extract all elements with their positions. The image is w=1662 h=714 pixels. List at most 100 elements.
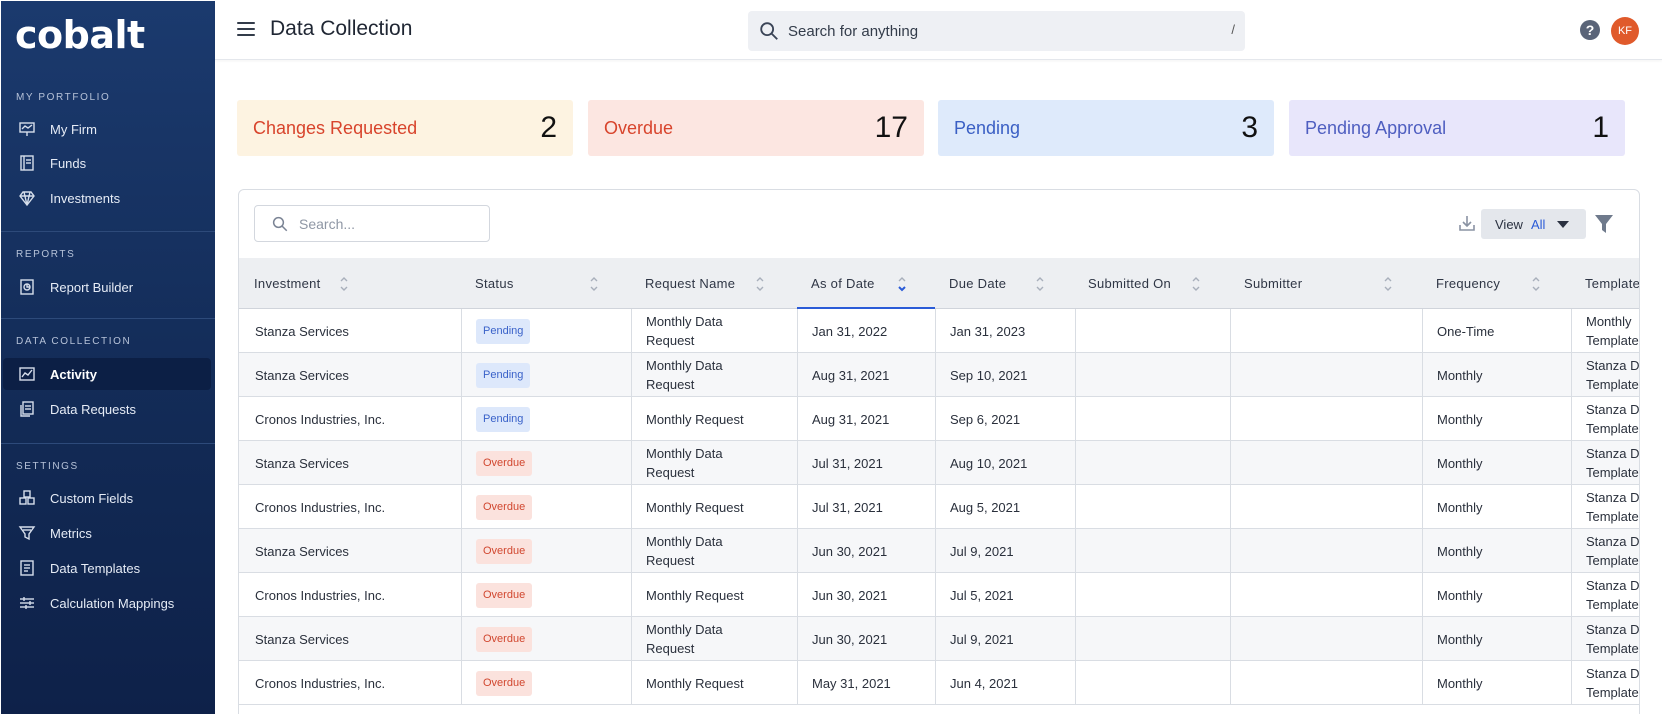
- column-separator: [1571, 617, 1572, 661]
- sidebar-item-activity[interactable]: Activity: [3, 358, 211, 390]
- sort-icon[interactable]: [755, 276, 765, 292]
- template-icon: [17, 559, 37, 577]
- sidebar-item-metrics[interactable]: Metrics: [3, 517, 211, 549]
- investment-cell: Stanza Services: [255, 323, 349, 339]
- column-separator: [1075, 441, 1076, 485]
- due-date-cell: Aug 10, 2021: [950, 455, 1028, 471]
- table-search-input[interactable]: Search...: [254, 205, 490, 242]
- ledger-icon: [17, 154, 37, 172]
- sort-icon[interactable]: [1531, 276, 1541, 292]
- column-separator: [1230, 353, 1231, 397]
- table-row[interactable]: Stanza Services Overdue Monthly Data Reques…: [239, 529, 1639, 573]
- column-separator: [935, 617, 936, 661]
- column-separator: [1075, 529, 1076, 573]
- search-icon: [272, 216, 288, 231]
- user-avatar[interactable]: KF: [1611, 17, 1639, 45]
- column-separator: [1230, 661, 1231, 705]
- table-row[interactable]: Stanza Services Pending Monthly Data Reques…: [239, 353, 1640, 397]
- column-separator: [1075, 661, 1076, 705]
- status-cell: Overdue: [476, 661, 533, 705]
- column-separator: [1075, 397, 1076, 441]
- due-date-cell: Jul 5, 2021: [950, 587, 1014, 603]
- column-separator: [1230, 573, 1231, 617]
- table-row[interactable]: Cronos Industries, Inc. Overdue Monthly Re…: [239, 661, 1640, 705]
- column-header-due-date[interactable]: Due Date: [949, 258, 1006, 309]
- column-header-submitter[interactable]: Submitter: [1244, 258, 1302, 309]
- stat-card-pending-approval[interactable]: Pending Approval 1: [1289, 100, 1625, 156]
- table-row[interactable]: Cronos Industries, Inc. Pending Monthly Re…: [239, 397, 1639, 441]
- investment-cell: Cronos Industries, Inc.: [255, 587, 386, 603]
- sidebar-item-data-templates[interactable]: Data Templates: [3, 552, 211, 584]
- column-separator: [797, 529, 798, 573]
- request-name-cell-line: Monthly Request: [646, 411, 744, 427]
- sort-desc-icon[interactable]: [897, 276, 907, 292]
- sidebar-item-data-requests[interactable]: Data Requests: [3, 393, 211, 425]
- template-cell-line: Stanza D: [1586, 358, 1640, 373]
- sidebar-item-label: Data Templates: [50, 560, 141, 576]
- download-icon[interactable]: [1457, 213, 1477, 233]
- request-name-cell: Monthly Data Request: [646, 353, 723, 397]
- due-date-cell: Jun 4, 2021: [950, 675, 1018, 691]
- sidebar-item-my-firm[interactable]: My Firm: [3, 113, 211, 145]
- column-separator: [461, 397, 462, 441]
- stat-card-count: 3: [1241, 111, 1258, 144]
- table-row[interactable]: Stanza Services Pending Monthly Data Reques…: [239, 309, 1639, 353]
- help-icon[interactable]: ?: [1580, 20, 1600, 40]
- column-header-submitted-on[interactable]: Submitted On: [1088, 258, 1171, 309]
- sidebar-item-calculation-mappings[interactable]: Calculation Mappings: [3, 587, 211, 619]
- stat-card-overdue[interactable]: Overdue 17: [588, 100, 924, 156]
- hamburger-menu-icon[interactable]: [237, 22, 255, 36]
- sidebar-item-investments[interactable]: Investments: [3, 182, 211, 214]
- due-date-cell: Sep 6, 2021: [950, 411, 1021, 427]
- filter-icon[interactable]: [1594, 213, 1614, 235]
- sort-icon[interactable]: [1035, 276, 1045, 292]
- diamond-icon: [17, 189, 37, 207]
- sidebar-item-label: Investments: [50, 190, 121, 206]
- investment-cell: Cronos Industries, Inc.: [255, 411, 386, 427]
- sidebar-section-title: SETTINGS: [16, 461, 79, 472]
- as-of-date-cell: Jan 31, 2022: [812, 323, 888, 339]
- sort-icon[interactable]: [1383, 276, 1393, 292]
- column-header-as-of-date[interactable]: As of Date: [811, 258, 875, 309]
- sort-icon[interactable]: [1191, 276, 1201, 292]
- column-header-frequency[interactable]: Frequency: [1436, 258, 1500, 309]
- as-of-date-cell: Aug 31, 2021: [812, 411, 890, 427]
- as-of-date-cell: Jul 31, 2021: [812, 499, 883, 515]
- column-header-template[interactable]: Template: [1585, 258, 1639, 309]
- column-header-status[interactable]: Status: [475, 258, 514, 309]
- column-header-investment[interactable]: Investment: [254, 258, 321, 309]
- cobalt-logo[interactable]: cobalt: [15, 13, 145, 57]
- blocks-icon: [17, 489, 37, 507]
- template-cell: Stanza D Template: [1586, 397, 1639, 441]
- stat-card-changes-requested[interactable]: Changes Requested 2: [237, 100, 573, 156]
- table-row[interactable]: Stanza Services Overdue Monthly Data Reques…: [239, 617, 1639, 661]
- template-cell: Stanza D Template: [1586, 529, 1639, 573]
- sidebar-item-funds[interactable]: Funds: [3, 147, 211, 179]
- column-separator: [1075, 573, 1076, 617]
- view-filter-dropdown[interactable]: View All: [1481, 209, 1586, 239]
- column-separator: [1422, 573, 1423, 617]
- table-row[interactable]: Stanza Services Overdue Monthly Data Reques…: [239, 441, 1639, 485]
- sort-icon[interactable]: [589, 276, 599, 292]
- column-header-request-name[interactable]: Request Name: [645, 258, 735, 309]
- sidebar-item-custom-fields[interactable]: Custom Fields: [3, 482, 211, 514]
- frequency-cell: Monthly: [1437, 367, 1483, 383]
- global-search-input[interactable]: Search for anything /: [748, 11, 1245, 51]
- frequency-cell: Monthly: [1437, 543, 1483, 559]
- request-name-cell: Monthly Data Request: [646, 617, 723, 661]
- status-badge: Overdue: [476, 494, 533, 520]
- top-header: Data Collection Search for anything / ? …: [215, 0, 1662, 60]
- column-separator: [935, 397, 936, 441]
- as-of-date-cell: May 31, 2021: [812, 675, 891, 691]
- stat-card-pending[interactable]: Pending 3: [938, 100, 1274, 156]
- column-separator: [1571, 661, 1572, 705]
- sidebar-item-report-builder[interactable]: Report Builder: [3, 271, 211, 303]
- frequency-cell: Monthly: [1437, 499, 1483, 515]
- table-row[interactable]: Cronos Industries, Inc. Overdue Monthly Re…: [239, 485, 1639, 529]
- template-cell-line: Stanza D: [1586, 666, 1640, 681]
- column-separator: [631, 617, 632, 661]
- table-row[interactable]: Cronos Industries, Inc. Overdue Monthly Re…: [239, 573, 1639, 617]
- report-icon: [17, 278, 37, 296]
- request-name-cell-line: Monthly Data: [646, 358, 723, 373]
- sort-icon[interactable]: [339, 276, 349, 292]
